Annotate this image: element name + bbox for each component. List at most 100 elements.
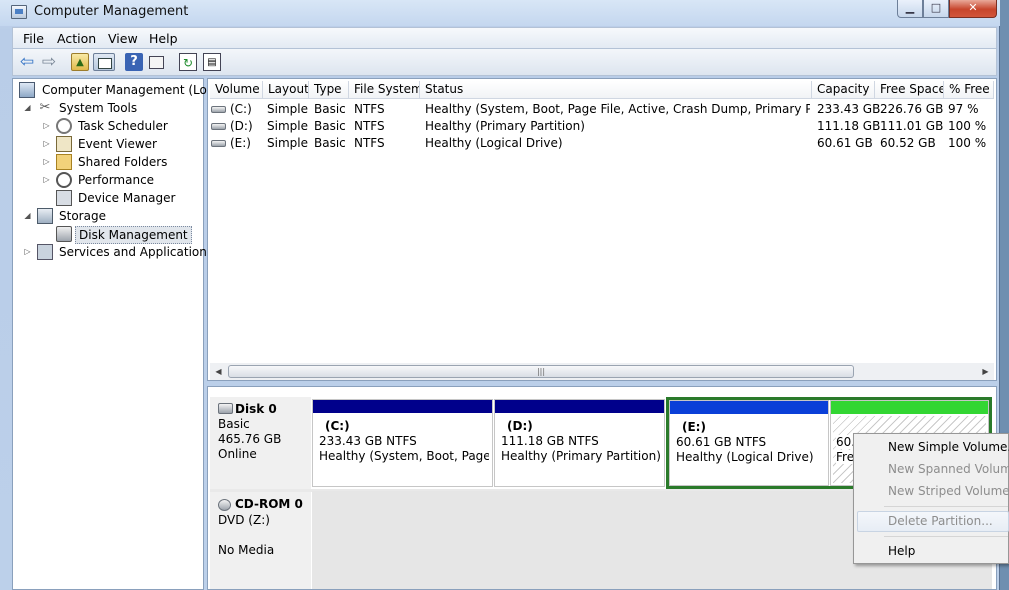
cell-capacity: 233.43 GB bbox=[817, 102, 881, 116]
disk-name: Disk 0 bbox=[235, 402, 277, 416]
table-row[interactable]: (D:) Simple Basic NTFS Healthy (Primary … bbox=[208, 118, 994, 135]
partition-d[interactable]: (D:) 111.18 GB NTFS Healthy (Primary Par… bbox=[494, 399, 665, 487]
cell-file-system: NTFS bbox=[354, 136, 385, 150]
properties-icon[interactable] bbox=[147, 53, 165, 71]
scrollbar-thumb[interactable]: ||| bbox=[228, 365, 854, 378]
disk-icon bbox=[218, 403, 233, 414]
tree-item-label: Task Scheduler bbox=[78, 119, 168, 133]
volume-list[interactable]: Volume Layout Type File System Status Ca… bbox=[207, 78, 997, 381]
expand-arrow-icon[interactable]: ▷ bbox=[42, 135, 51, 153]
partition-bar bbox=[670, 401, 828, 414]
context-menu: New Simple Volume... New Spanned Volume.… bbox=[853, 433, 1009, 564]
title-bar[interactable]: Computer Management ▁ □ ✕ bbox=[0, 0, 1000, 26]
cell-status: Healthy (System, Boot, Page File, Active… bbox=[425, 102, 810, 116]
cdrom-drive: DVD (Z:) bbox=[218, 513, 270, 527]
toolbar: ⇦ ⇨ ▲ ? ↻ ▤ bbox=[12, 49, 997, 76]
volume-icon bbox=[211, 140, 226, 147]
forward-arrow-icon[interactable]: ⇨ bbox=[40, 53, 58, 71]
volume-icon bbox=[211, 106, 226, 113]
cdrom-icon bbox=[218, 499, 231, 511]
partition-size: 111.18 GB NTFS bbox=[501, 434, 599, 448]
cell-free-space: 111.01 GB bbox=[880, 119, 944, 133]
column-header-type[interactable]: Type bbox=[309, 81, 349, 99]
device-manager-icon bbox=[56, 190, 72, 206]
column-header-volume[interactable]: Volume bbox=[210, 81, 263, 99]
tree-item-label: Performance bbox=[78, 173, 155, 187]
cell-percent-free: 100 % bbox=[948, 136, 987, 150]
column-header-layout[interactable]: Layout bbox=[263, 81, 309, 99]
cell-capacity: 111.18 GB bbox=[817, 119, 881, 133]
cell-layout: Simple bbox=[267, 119, 308, 133]
partition-c[interactable]: (C:) 233.43 GB NTFS Healthy (System, Boo… bbox=[312, 399, 493, 487]
column-header-free-space[interactable]: Free Space bbox=[875, 81, 944, 99]
partition-size: 60.61 GB NTFS bbox=[676, 435, 767, 449]
menu-item-help[interactable]: Help bbox=[888, 544, 915, 558]
menu-file[interactable]: File bbox=[23, 31, 44, 46]
partition-status: Healthy (Logical Drive) bbox=[676, 450, 814, 464]
collapse-arrow-icon[interactable]: ◢ bbox=[23, 99, 32, 117]
tree-item-label: Shared Folders bbox=[78, 155, 168, 169]
menu-item-new-striped-volume: New Striped Volume... bbox=[888, 484, 1009, 498]
column-header-percent-free[interactable]: % Free bbox=[944, 81, 994, 99]
expand-arrow-icon[interactable]: ▷ bbox=[23, 243, 32, 261]
menu-bar: File Action View Help bbox=[12, 27, 997, 49]
partition-e[interactable]: (E:) 60.61 GB NTFS Healthy (Logical Driv… bbox=[669, 400, 829, 486]
close-button[interactable]: ✕ bbox=[949, 0, 997, 18]
cell-percent-free: 97 % bbox=[948, 102, 979, 116]
maximize-button[interactable]: □ bbox=[923, 0, 949, 18]
partition-bar bbox=[313, 400, 492, 413]
cell-volume: (E:) bbox=[230, 136, 251, 150]
horizontal-scrollbar[interactable]: ◀ ||| ▶ bbox=[210, 363, 994, 380]
computer-icon bbox=[19, 82, 35, 98]
column-header-capacity[interactable]: Capacity bbox=[812, 81, 875, 99]
refresh-icon[interactable]: ↻ bbox=[179, 53, 197, 71]
partition-letter: (D:) bbox=[507, 419, 533, 433]
event-viewer-icon bbox=[56, 136, 72, 152]
cdrom-media-status: No Media bbox=[218, 543, 275, 557]
cell-free-space: 60.52 GB bbox=[880, 136, 936, 150]
help-icon[interactable]: ? bbox=[125, 53, 143, 71]
cdrom-0-header[interactable]: CD-ROM 0 DVD (Z:) No Media bbox=[210, 492, 311, 589]
partition-status: Fre bbox=[836, 450, 855, 464]
collapse-arrow-icon[interactable]: ◢ bbox=[23, 207, 32, 225]
clock-icon bbox=[56, 118, 72, 134]
expand-arrow-icon[interactable]: ▷ bbox=[42, 117, 51, 135]
cell-volume: (C:) bbox=[230, 102, 252, 116]
window-title: Computer Management bbox=[34, 4, 189, 19]
tree-item-label: Device Manager bbox=[78, 191, 176, 205]
back-arrow-icon[interactable]: ⇦ bbox=[18, 53, 36, 71]
partition-size: 233.43 GB NTFS bbox=[319, 434, 417, 448]
cell-type: Basic bbox=[314, 119, 346, 133]
expand-arrow-icon[interactable]: ▷ bbox=[42, 153, 51, 171]
show-hide-tree-icon[interactable] bbox=[93, 53, 115, 71]
minimize-button[interactable]: ▁ bbox=[897, 0, 923, 18]
column-header-status[interactable]: Status bbox=[420, 81, 812, 99]
table-row[interactable]: (C:) Simple Basic NTFS Healthy (System, … bbox=[208, 101, 994, 118]
scroll-right-icon[interactable]: ▶ bbox=[977, 363, 994, 380]
scroll-left-icon[interactable]: ◀ bbox=[210, 363, 227, 380]
table-row[interactable]: (E:) Simple Basic NTFS Healthy (Logical … bbox=[208, 135, 994, 152]
menu-view[interactable]: View bbox=[108, 31, 138, 46]
expand-arrow-icon[interactable]: ▷ bbox=[42, 171, 51, 189]
computer-management-window: Computer Management ▁ □ ✕ File Action Vi… bbox=[0, 0, 1000, 590]
shared-folder-icon bbox=[56, 154, 72, 170]
cell-file-system: NTFS bbox=[354, 102, 385, 116]
disk-0-header[interactable]: Disk 0 Basic 465.76 GB Online bbox=[210, 397, 311, 489]
export-list-icon[interactable]: ▤ bbox=[203, 53, 221, 71]
cell-capacity: 60.61 GB bbox=[817, 136, 873, 150]
cell-layout: Simple bbox=[267, 102, 308, 116]
menu-help[interactable]: Help bbox=[149, 31, 178, 46]
menu-item-delete-partition: Delete Partition... bbox=[888, 514, 993, 528]
performance-icon bbox=[56, 172, 72, 188]
tree-item-label: Storage bbox=[59, 209, 106, 223]
up-folder-icon[interactable]: ▲ bbox=[71, 53, 89, 71]
menu-action[interactable]: Action bbox=[57, 31, 96, 46]
computer-management-icon bbox=[11, 5, 27, 19]
column-header-file-system[interactable]: File System bbox=[349, 81, 420, 99]
disk-type: Basic bbox=[218, 417, 250, 431]
partition-status: Healthy (Primary Partition) bbox=[501, 449, 661, 463]
cell-volume: (D:) bbox=[230, 119, 253, 133]
menu-item-new-simple-volume[interactable]: New Simple Volume... bbox=[888, 440, 1009, 454]
cell-status: Healthy (Primary Partition) bbox=[425, 119, 585, 133]
console-tree[interactable]: Computer Management (Local ◢ ✂ System To… bbox=[12, 78, 224, 590]
